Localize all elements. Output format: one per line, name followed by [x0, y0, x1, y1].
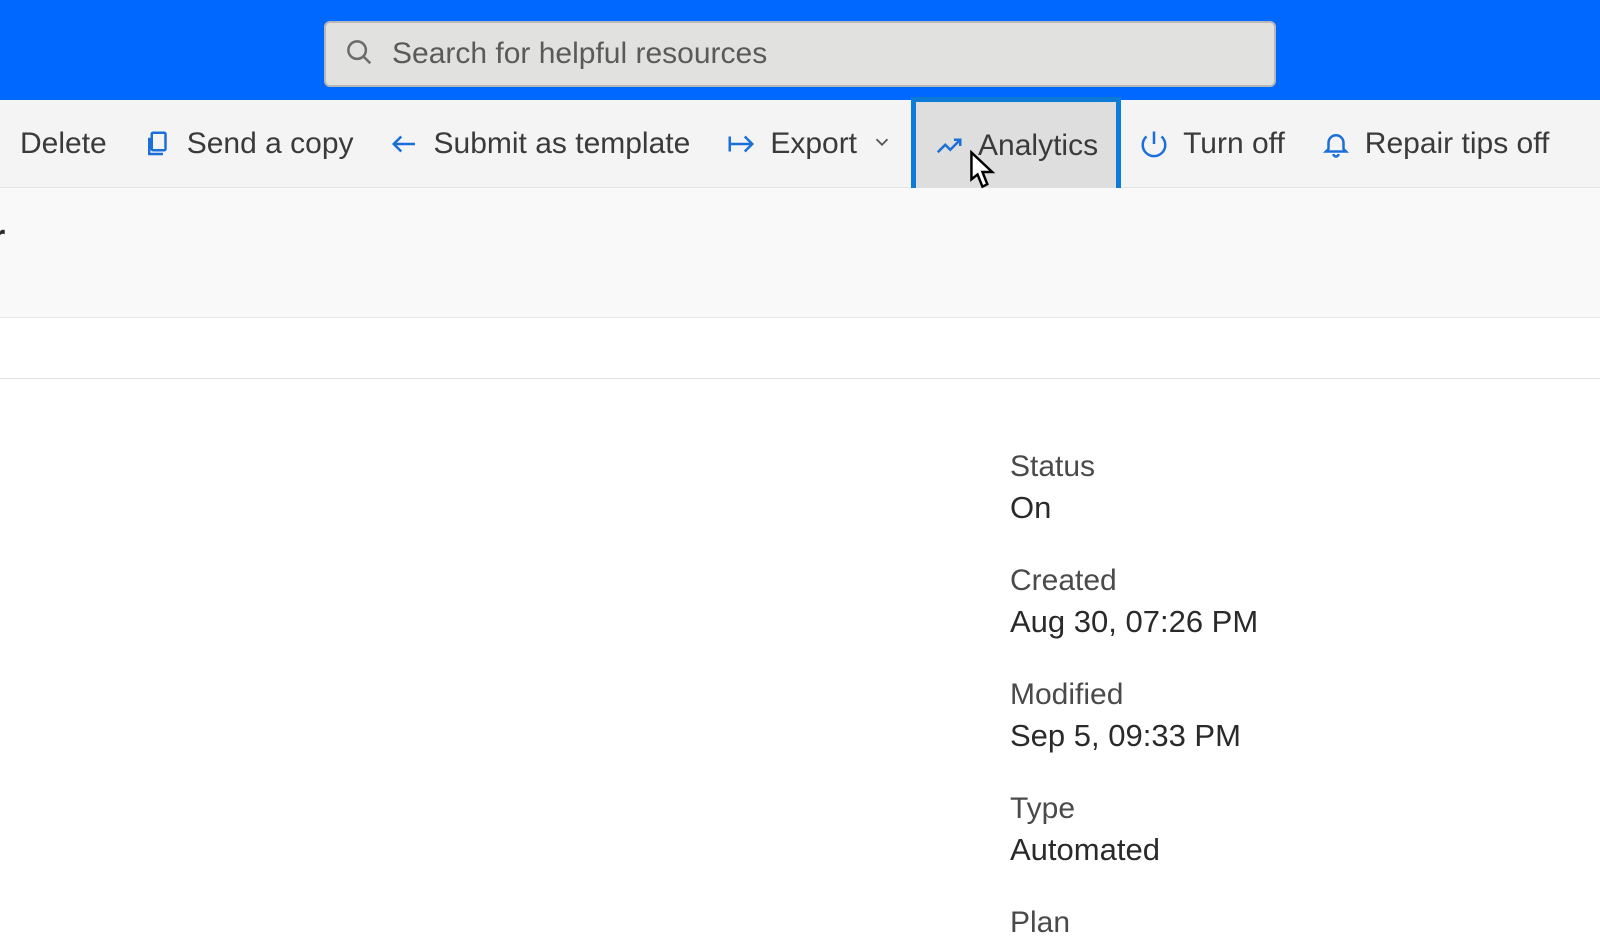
analytics-icon [934, 131, 964, 161]
created-group: Created Aug 30, 07:26 PM [1010, 564, 1258, 640]
divider [0, 378, 1600, 379]
submit-template-label: Submit as template [434, 127, 691, 161]
send-copy-button[interactable]: Send a copy [125, 102, 372, 186]
status-label: Status [1010, 450, 1258, 484]
plan-group: Plan [1010, 906, 1258, 946]
turn-off-label: Turn off [1183, 127, 1285, 161]
power-icon [1139, 129, 1169, 159]
modified-value: Sep 5, 09:33 PM [1010, 718, 1258, 754]
export-icon [726, 129, 756, 159]
type-label: Type [1010, 792, 1258, 826]
repair-tips-button[interactable]: Repair tips off [1303, 102, 1568, 186]
created-label: Created [1010, 564, 1258, 598]
status-group: Status On [1010, 450, 1258, 526]
delete-label: Delete [20, 127, 107, 161]
modified-group: Modified Sep 5, 09:33 PM [1010, 678, 1258, 754]
bell-icon [1321, 129, 1351, 159]
title-text: r [0, 218, 5, 257]
search-box[interactable] [324, 21, 1276, 87]
modified-label: Modified [1010, 678, 1258, 712]
details-panel: Status On Created Aug 30, 07:26 PM Modif… [1010, 450, 1258, 946]
type-value: Automated [1010, 832, 1258, 868]
page-title: r [0, 188, 1600, 318]
analytics-label: Analytics [978, 129, 1098, 163]
repair-tips-label: Repair tips off [1365, 127, 1550, 161]
plan-label: Plan [1010, 906, 1258, 940]
export-label: Export [770, 127, 857, 161]
copy-icon [143, 129, 173, 159]
analytics-button[interactable]: Analytics [911, 97, 1121, 195]
submit-template-button[interactable]: Submit as template [372, 102, 709, 186]
created-value: Aug 30, 07:26 PM [1010, 604, 1258, 640]
status-value: On [1010, 490, 1258, 526]
search-icon [344, 37, 374, 72]
turn-off-button[interactable]: Turn off [1121, 102, 1303, 186]
chevron-down-icon [871, 127, 893, 161]
search-input[interactable] [392, 37, 1256, 71]
send-copy-label: Send a copy [187, 127, 354, 161]
arrow-left-icon [390, 129, 420, 159]
delete-button[interactable]: Delete [0, 102, 125, 186]
export-button[interactable]: Export [708, 102, 911, 186]
header-bar [0, 0, 1600, 100]
command-bar: Delete Send a copy Submit as template [0, 100, 1600, 188]
type-group: Type Automated [1010, 792, 1258, 868]
